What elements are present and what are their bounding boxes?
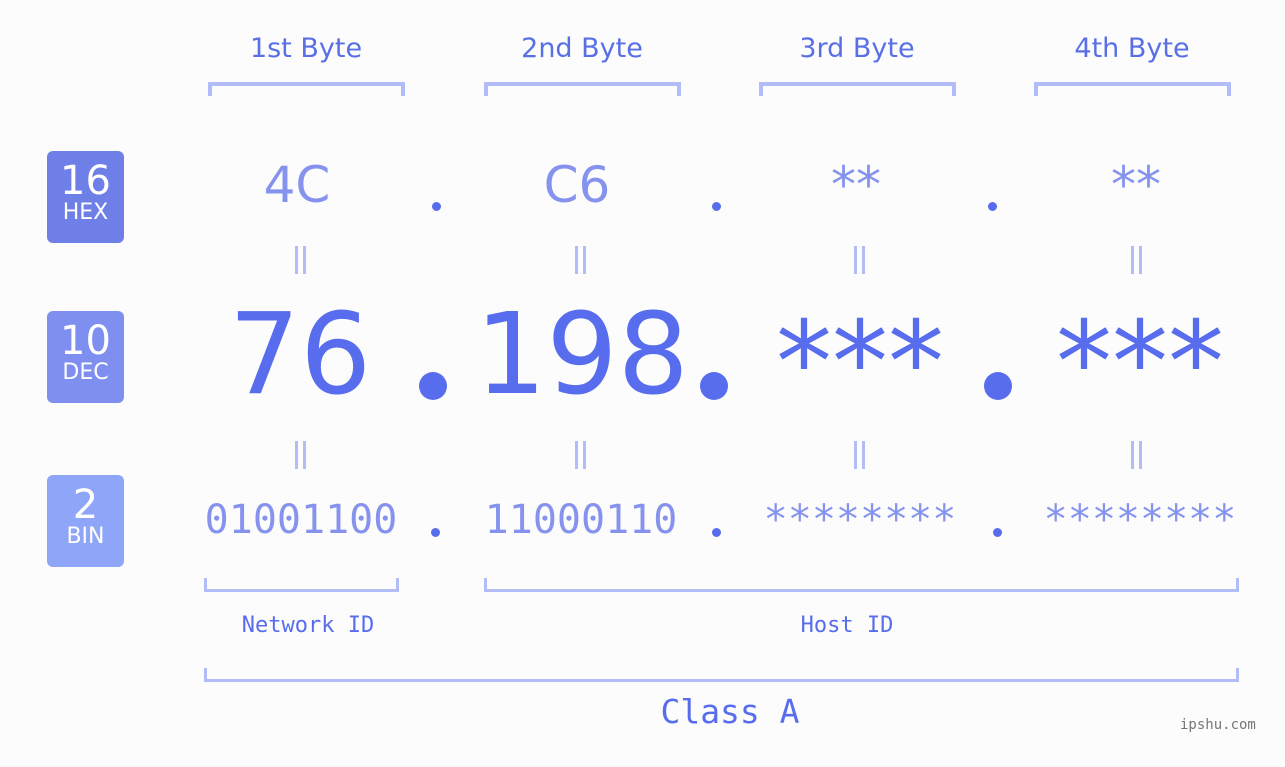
bin-separator-dot xyxy=(712,528,721,537)
network-id-label: Network ID xyxy=(241,613,375,638)
dec-byte-1: 76 xyxy=(228,290,372,420)
bin-byte-1: 01001100 xyxy=(204,497,398,543)
byte-bracket-3 xyxy=(759,82,956,96)
dec-separator-dot xyxy=(419,372,447,400)
equals-icon xyxy=(1128,441,1144,469)
equals-icon xyxy=(851,246,867,274)
network-id-bracket xyxy=(204,578,399,592)
dec-separator-dot xyxy=(984,372,1012,400)
class-label: Class A xyxy=(660,692,800,731)
equals-icon xyxy=(572,441,588,469)
hex-byte-3: ** xyxy=(831,156,881,214)
hex-badge-label: HEX xyxy=(62,200,109,225)
byte-header-2: 2nd Byte xyxy=(521,33,643,64)
hex-separator-dot xyxy=(432,202,441,211)
hex-separator-dot xyxy=(988,202,997,211)
bin-badge: 2 BIN xyxy=(47,475,124,567)
byte-bracket-4 xyxy=(1034,82,1231,96)
dec-separator-dot xyxy=(700,372,728,400)
hex-byte-4: ** xyxy=(1111,156,1161,214)
class-bracket xyxy=(204,668,1239,682)
hex-byte-2: C6 xyxy=(543,156,611,214)
dec-byte-3: *** xyxy=(776,298,944,428)
bin-badge-label: BIN xyxy=(66,524,105,549)
dec-badge: 10 DEC xyxy=(47,311,124,403)
dec-badge-number: 10 xyxy=(60,318,111,364)
hex-separator-dot xyxy=(712,202,721,211)
bin-byte-4: ******** xyxy=(1043,497,1237,543)
hex-badge-number: 16 xyxy=(60,158,111,204)
hex-byte-1: 4C xyxy=(263,156,331,214)
watermark: ipshu.com xyxy=(1180,717,1256,733)
dec-byte-4: *** xyxy=(1056,298,1224,428)
equals-icon xyxy=(572,246,588,274)
byte-bracket-2 xyxy=(484,82,681,96)
bin-separator-dot xyxy=(431,528,440,537)
equals-icon xyxy=(292,441,308,469)
byte-header-3: 3rd Byte xyxy=(799,33,915,64)
equals-icon xyxy=(851,441,867,469)
dec-byte-2: 198 xyxy=(475,290,689,420)
bin-separator-dot xyxy=(993,528,1002,537)
byte-header-4: 4th Byte xyxy=(1074,33,1190,64)
byte-bracket-1 xyxy=(208,82,405,96)
bin-byte-3: ******** xyxy=(763,497,957,543)
equals-icon xyxy=(292,246,308,274)
host-id-label: Host ID xyxy=(800,613,894,638)
bin-byte-2: 11000110 xyxy=(484,497,678,543)
host-id-bracket xyxy=(484,578,1239,592)
equals-icon xyxy=(1128,246,1144,274)
dec-badge-label: DEC xyxy=(62,360,109,385)
hex-badge: 16 HEX xyxy=(47,151,124,243)
bin-badge-number: 2 xyxy=(72,482,99,528)
byte-header-1: 1st Byte xyxy=(249,33,363,64)
